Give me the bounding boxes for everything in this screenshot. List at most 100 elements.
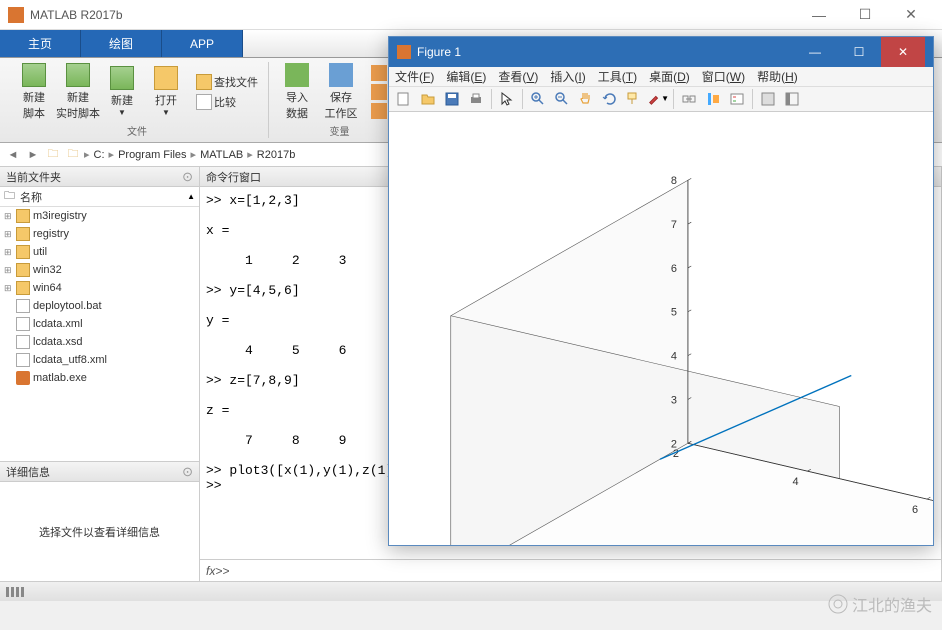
file-name: util [33, 246, 47, 258]
panel-menu-icon[interactable]: ⊙ [182, 169, 193, 185]
figure-menu-item[interactable]: 编辑(E) [446, 68, 486, 85]
file-row[interactable]: ⊞ util [0, 243, 199, 261]
file-row[interactable]: ⊞ win32 [0, 261, 199, 279]
import-data-button[interactable]: 导入 数据 [275, 62, 319, 121]
file-name: matlab.exe [33, 372, 87, 384]
forward-button[interactable]: ► [24, 146, 42, 164]
file-row[interactable]: lcdata_utf8.xml [0, 351, 199, 369]
panel-menu-icon[interactable]: ⊙ [182, 464, 193, 480]
print-icon[interactable] [465, 88, 487, 110]
tab-plot[interactable]: 绘图 [81, 30, 162, 57]
figure-menu-item[interactable]: 工具(T) [598, 68, 637, 85]
ribbon-group-var-label: 变量 [330, 123, 350, 138]
ribbon-group-file: 新建 脚本 新建 实时脚本 新建▼ 打开▼ 查找文件 比较 文件 [6, 62, 269, 138]
legend-icon[interactable] [726, 88, 748, 110]
svg-text:4: 4 [792, 476, 798, 488]
link-icon[interactable] [678, 88, 700, 110]
file-row[interactable]: deploytool.bat [0, 297, 199, 315]
up-folder-icon[interactable]: 🗀 [44, 146, 62, 164]
name-column-header[interactable]: 名称 [20, 189, 187, 205]
open-icon[interactable] [417, 88, 439, 110]
svg-text:3: 3 [671, 394, 677, 406]
svg-text:4: 4 [671, 350, 677, 362]
svg-text:2: 2 [671, 438, 677, 450]
figure-menu-item[interactable]: 窗口(W) [702, 68, 745, 85]
zoom-in-icon[interactable] [527, 88, 549, 110]
figure-menu-item[interactable]: 插入(I) [550, 68, 585, 85]
file-icon [16, 317, 30, 331]
back-button[interactable]: ◄ [4, 146, 22, 164]
figure-minimize-button[interactable]: — [793, 37, 837, 67]
find-files-button[interactable]: 查找文件 [192, 73, 262, 91]
new-script-button[interactable]: 新建 脚本 [12, 62, 56, 121]
ribbon-group-file-label: 文件 [127, 123, 147, 138]
expand-icon[interactable]: ⊞ [4, 265, 16, 276]
figure-menu-item[interactable]: 文件(F) [395, 68, 434, 85]
path-part[interactable]: Program Files [114, 149, 190, 161]
file-row[interactable]: ⊞m3iregistry [0, 207, 199, 225]
file-name: lcdata.xml [33, 318, 83, 330]
detail-body: 选择文件以查看详细信息 [0, 482, 199, 581]
pan-icon[interactable] [575, 88, 597, 110]
save-workspace-button[interactable]: 保存 工作区 [319, 62, 363, 121]
compare-button[interactable]: 比较 [192, 93, 262, 111]
brush-icon[interactable]: ▼ [647, 88, 669, 110]
file-name: win64 [33, 282, 62, 294]
hide-tools-icon[interactable] [757, 88, 779, 110]
file-row[interactable]: lcdata.xml [0, 315, 199, 333]
expand-icon[interactable]: ⊞ [4, 283, 16, 294]
svg-text:6: 6 [671, 262, 677, 274]
path-part[interactable]: MATLAB [196, 149, 247, 161]
fx-bar[interactable]: fx >> [200, 559, 941, 581]
file-list[interactable]: 🗀名称▲ ⊞m3iregistry⊞registry⊞util⊞win32⊞wi… [0, 187, 199, 461]
figure-maximize-button[interactable]: ☐ [837, 37, 881, 67]
folder-icon [16, 263, 30, 277]
expand-icon[interactable]: ⊞ [4, 229, 16, 240]
open-button[interactable]: 打开▼ [144, 62, 188, 121]
dock-icon[interactable] [781, 88, 803, 110]
bat-icon [16, 299, 30, 313]
folder-icon [16, 209, 30, 223]
colorbar-icon[interactable] [702, 88, 724, 110]
maximize-button[interactable]: ☐ [842, 0, 888, 30]
history-icon[interactable]: 🗀 [64, 146, 82, 164]
figure-menu-item[interactable]: 查看(V) [498, 68, 538, 85]
svg-text:8: 8 [671, 175, 677, 187]
expand-icon[interactable]: ⊞ [4, 211, 16, 222]
file-row[interactable]: matlab.exe [0, 369, 199, 387]
datatip-icon[interactable] [623, 88, 645, 110]
file-name: deploytool.bat [33, 300, 102, 312]
rotate-icon[interactable] [599, 88, 621, 110]
expand-icon[interactable]: ⊞ [4, 247, 16, 258]
path-drive[interactable]: C: [90, 149, 109, 161]
zoom-out-icon[interactable] [551, 88, 573, 110]
new-figure-icon[interactable] [393, 88, 415, 110]
file-row[interactable]: ⊞ win64 [0, 279, 199, 297]
path-part[interactable]: R2017b [253, 149, 300, 161]
save-icon[interactable] [441, 88, 463, 110]
tab-home[interactable]: 主页 [0, 30, 81, 57]
figure-menu-item[interactable]: 帮助(H) [757, 68, 798, 85]
file-name: lcdata_utf8.xml [33, 354, 107, 366]
main-titlebar: MATLAB R2017b — ☐ ✕ [0, 0, 942, 30]
figure-titlebar[interactable]: Figure 1 — ☐ ✕ [389, 37, 933, 67]
new-live-script-button[interactable]: 新建 实时脚本 [56, 62, 100, 121]
folder-icon [16, 281, 30, 295]
pointer-icon[interactable] [496, 88, 518, 110]
new-button[interactable]: 新建▼ [100, 62, 144, 121]
close-button[interactable]: ✕ [888, 0, 934, 30]
minimize-button[interactable]: — [796, 0, 842, 30]
folder-icon [16, 245, 30, 259]
file-row[interactable]: ⊞registry [0, 225, 199, 243]
tab-app[interactable]: APP [162, 30, 243, 57]
figure-close-button[interactable]: ✕ [881, 37, 925, 67]
ml-icon [16, 371, 30, 385]
figure-window[interactable]: Figure 1 — ☐ ✕ 文件(F) 编辑(E) 查看(V) 插入(I) 工具(T)… [388, 36, 934, 546]
figure-title: Figure 1 [417, 45, 793, 59]
figure-toolbar: ▼ [389, 87, 933, 112]
folder-up-icon[interactable]: 🗀 [4, 187, 20, 206]
file-row[interactable]: lcdata.xsd [0, 333, 199, 351]
file-name: win32 [33, 264, 62, 276]
figure-axes[interactable]: 0246824682345678 [389, 112, 933, 545]
figure-menu-item[interactable]: 桌面(D) [649, 68, 690, 85]
